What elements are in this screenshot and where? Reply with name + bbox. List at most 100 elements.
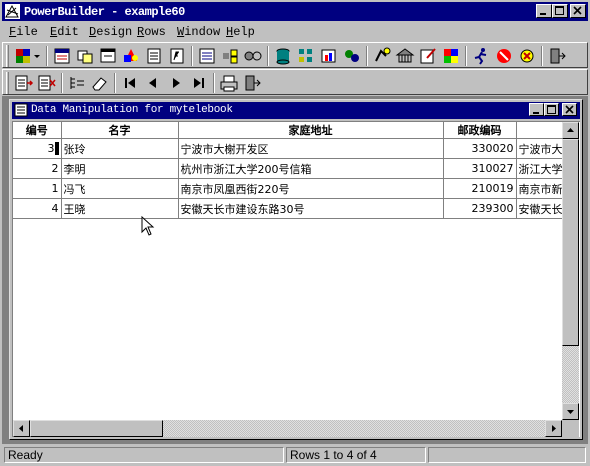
cell-extra[interactable]: 浙江大学 xyxy=(516,158,566,179)
library-button[interactable] xyxy=(196,45,218,67)
table-row[interactable]: 3 张玲 宁波市大榭开发区 330020 宁波市大 xyxy=(13,138,566,159)
scroll-left-button[interactable] xyxy=(13,420,30,437)
exit-icon xyxy=(550,48,566,64)
child-close-button[interactable] xyxy=(562,103,577,116)
cell-extra[interactable]: 宁波市大 xyxy=(516,138,566,159)
column-header-zip[interactable]: 邮政编码 xyxy=(443,122,517,139)
last-page-icon xyxy=(194,78,204,88)
menu-file[interactable]: File xyxy=(9,25,38,39)
datawindow-grid[interactable]: 编号 名字 家庭地址 邮政编码 3 张玲 宁波市大榭开发区 330020 宁波市… xyxy=(12,121,580,437)
run-window-button[interactable] xyxy=(470,45,492,67)
next-page-button[interactable] xyxy=(165,72,187,94)
cell-id[interactable]: 2 xyxy=(13,158,62,179)
cell-address[interactable]: 宁波市大榭开发区 xyxy=(178,138,444,159)
menu-help[interactable]: Help xyxy=(226,25,255,39)
column-header-id[interactable]: 编号 xyxy=(13,122,62,139)
cell-address[interactable]: 南京市凤凰西街220号 xyxy=(178,178,444,199)
debug-icon xyxy=(395,48,415,63)
scroll-down-button[interactable] xyxy=(562,403,579,420)
table-row[interactable]: 2 李明 杭州市浙江大学200号信箱 310027 浙江大学 xyxy=(13,158,566,179)
cell-id[interactable]: 1 xyxy=(13,178,62,199)
table-row[interactable]: 1 冯飞 南京市凤凰西街220号 210019 南京市新 xyxy=(13,178,566,199)
menu-window[interactable]: Window xyxy=(177,25,220,39)
cell-extra[interactable]: 安徽天长 xyxy=(516,198,566,219)
scroll-up-button[interactable] xyxy=(562,122,579,139)
stop-button[interactable] xyxy=(493,45,515,67)
cell-name[interactable]: 冯飞 xyxy=(61,178,179,199)
print-button[interactable] xyxy=(218,72,240,94)
database-button[interactable] xyxy=(272,45,294,67)
close-button[interactable] xyxy=(570,4,586,18)
debug-button[interactable] xyxy=(394,45,416,67)
cell-extra[interactable]: 南京市新 xyxy=(516,178,566,199)
run-button[interactable] xyxy=(371,45,393,67)
query-button[interactable] xyxy=(219,45,241,67)
toolbar-grip[interactable] xyxy=(6,45,9,67)
horizontal-scroll-thumb[interactable] xyxy=(30,420,163,437)
dbprofile-button[interactable] xyxy=(295,45,317,67)
cell-name[interactable]: 王晓 xyxy=(61,198,179,219)
child-minimize-button[interactable] xyxy=(529,103,544,116)
cell-address[interactable]: 杭州市浙江大学200号信箱 xyxy=(178,158,444,179)
exit-button[interactable] xyxy=(546,45,568,67)
project-button[interactable] xyxy=(318,45,340,67)
pipeline-button[interactable] xyxy=(242,45,264,67)
cell-zip[interactable]: 330020 xyxy=(443,138,517,159)
child-title-bar[interactable]: Data Manipulation for mytelebook xyxy=(12,102,580,119)
vertical-scrollbar[interactable] xyxy=(562,122,579,420)
painterbar-button[interactable] xyxy=(13,45,43,67)
cell-name[interactable]: 张玲 xyxy=(61,138,179,159)
text-cursor xyxy=(54,142,59,156)
preview-button[interactable] xyxy=(516,45,538,67)
child-maximize-button[interactable] xyxy=(544,103,559,116)
column-header-extra[interactable] xyxy=(516,122,566,139)
vertical-scroll-thumb[interactable] xyxy=(562,139,579,346)
cell-address[interactable]: 安徽天长市建设东路30号 xyxy=(178,198,444,219)
cell-zip[interactable]: 239300 xyxy=(443,198,517,219)
toolbar-grip[interactable] xyxy=(6,72,9,94)
menu-painter-button[interactable] xyxy=(120,45,142,67)
function-button[interactable] xyxy=(166,45,188,67)
datawindow-button[interactable] xyxy=(51,45,73,67)
status-message: Ready xyxy=(4,447,284,463)
object-browser-button[interactable] xyxy=(417,45,439,67)
first-page-button[interactable] xyxy=(119,72,141,94)
last-page-button[interactable] xyxy=(188,72,210,94)
scroll-right-button[interactable] xyxy=(545,420,562,437)
close-preview-button[interactable] xyxy=(241,72,263,94)
toolbar-separator xyxy=(61,73,63,93)
title-bar[interactable]: PowerBuilder - example60 xyxy=(2,2,588,21)
status-rows-info: Rows 1 to 4 of 4 xyxy=(286,447,426,463)
eraser-button[interactable] xyxy=(89,72,111,94)
userobject-button[interactable] xyxy=(341,45,363,67)
cell-zip[interactable]: 310027 xyxy=(443,158,517,179)
menu-edit[interactable]: Edit xyxy=(50,25,79,39)
horizontal-scrollbar[interactable] xyxy=(13,420,562,437)
window-button[interactable] xyxy=(97,45,119,67)
menu-design[interactable]: Design xyxy=(89,25,132,39)
maximize-icon xyxy=(547,105,556,114)
edit-button[interactable] xyxy=(440,45,462,67)
maximize-button[interactable] xyxy=(552,4,568,18)
column-header-name[interactable]: 名字 xyxy=(61,122,179,139)
scrollbar-corner xyxy=(562,420,579,437)
insert-row-button[interactable] xyxy=(13,72,35,94)
table-row[interactable]: 4 王晓 安徽天长市建设东路30号 239300 安徽天长 xyxy=(13,198,566,219)
cell-id[interactable]: 3 xyxy=(13,138,62,159)
userobject-icon xyxy=(345,50,359,62)
cell-zip[interactable]: 210019 xyxy=(443,178,517,199)
data-manipulation-window: Data Manipulation for mytelebook 编号 名字 家… xyxy=(9,99,583,440)
prior-page-button[interactable] xyxy=(142,72,164,94)
column-header-address[interactable]: 家庭地址 xyxy=(178,122,444,139)
application-button[interactable] xyxy=(74,45,96,67)
menu-rows[interactable]: Rows xyxy=(137,25,166,39)
structure-button[interactable] xyxy=(143,45,165,67)
delete-row-button[interactable] xyxy=(36,72,58,94)
cell-name[interactable]: 李明 xyxy=(61,158,179,179)
delete-row-icon xyxy=(38,75,56,91)
arrow-right-icon xyxy=(552,425,556,432)
dbprofile-icon xyxy=(299,49,312,62)
filter-button[interactable] xyxy=(66,72,88,94)
minimize-button[interactable] xyxy=(536,4,552,18)
cell-id[interactable]: 4 xyxy=(13,198,62,219)
